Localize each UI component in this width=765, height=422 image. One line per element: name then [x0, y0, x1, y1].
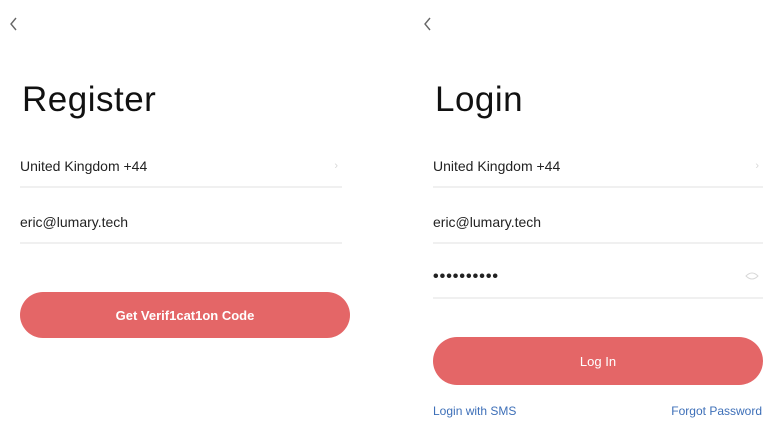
page-title: Register	[22, 80, 157, 119]
login-button[interactable]: Log In	[433, 337, 763, 385]
login-with-sms-link[interactable]: Login with SMS	[433, 404, 516, 418]
back-button[interactable]	[420, 14, 434, 34]
email-field[interactable]	[20, 202, 342, 244]
country-value: United Kingdom +44	[433, 158, 561, 174]
password-input[interactable]	[433, 268, 713, 286]
chevron-left-icon	[9, 17, 17, 31]
email-field[interactable]	[433, 202, 763, 244]
back-button[interactable]	[6, 14, 20, 34]
email-input[interactable]	[433, 214, 713, 230]
eye-icon[interactable]	[745, 271, 759, 283]
country-selector[interactable]: United Kingdom +44 ›	[433, 146, 763, 188]
country-selector[interactable]: United Kingdom +44 ›	[20, 146, 342, 188]
get-verification-code-button[interactable]: Get Verif1cat1on Code	[20, 292, 350, 338]
chevron-left-icon	[423, 17, 431, 31]
password-field[interactable]	[433, 257, 763, 299]
login-screen: Login United Kingdom +44 › Log In Login …	[415, 0, 765, 422]
chevron-right-icon: ›	[334, 160, 338, 172]
email-input[interactable]	[20, 214, 300, 230]
register-screen: Register United Kingdom +44 › Get Verif1…	[0, 0, 380, 422]
forgot-password-link[interactable]: Forgot Password	[671, 404, 762, 418]
country-value: United Kingdom +44	[20, 158, 148, 174]
page-title: Login	[435, 80, 524, 119]
chevron-right-icon: ›	[755, 160, 759, 172]
